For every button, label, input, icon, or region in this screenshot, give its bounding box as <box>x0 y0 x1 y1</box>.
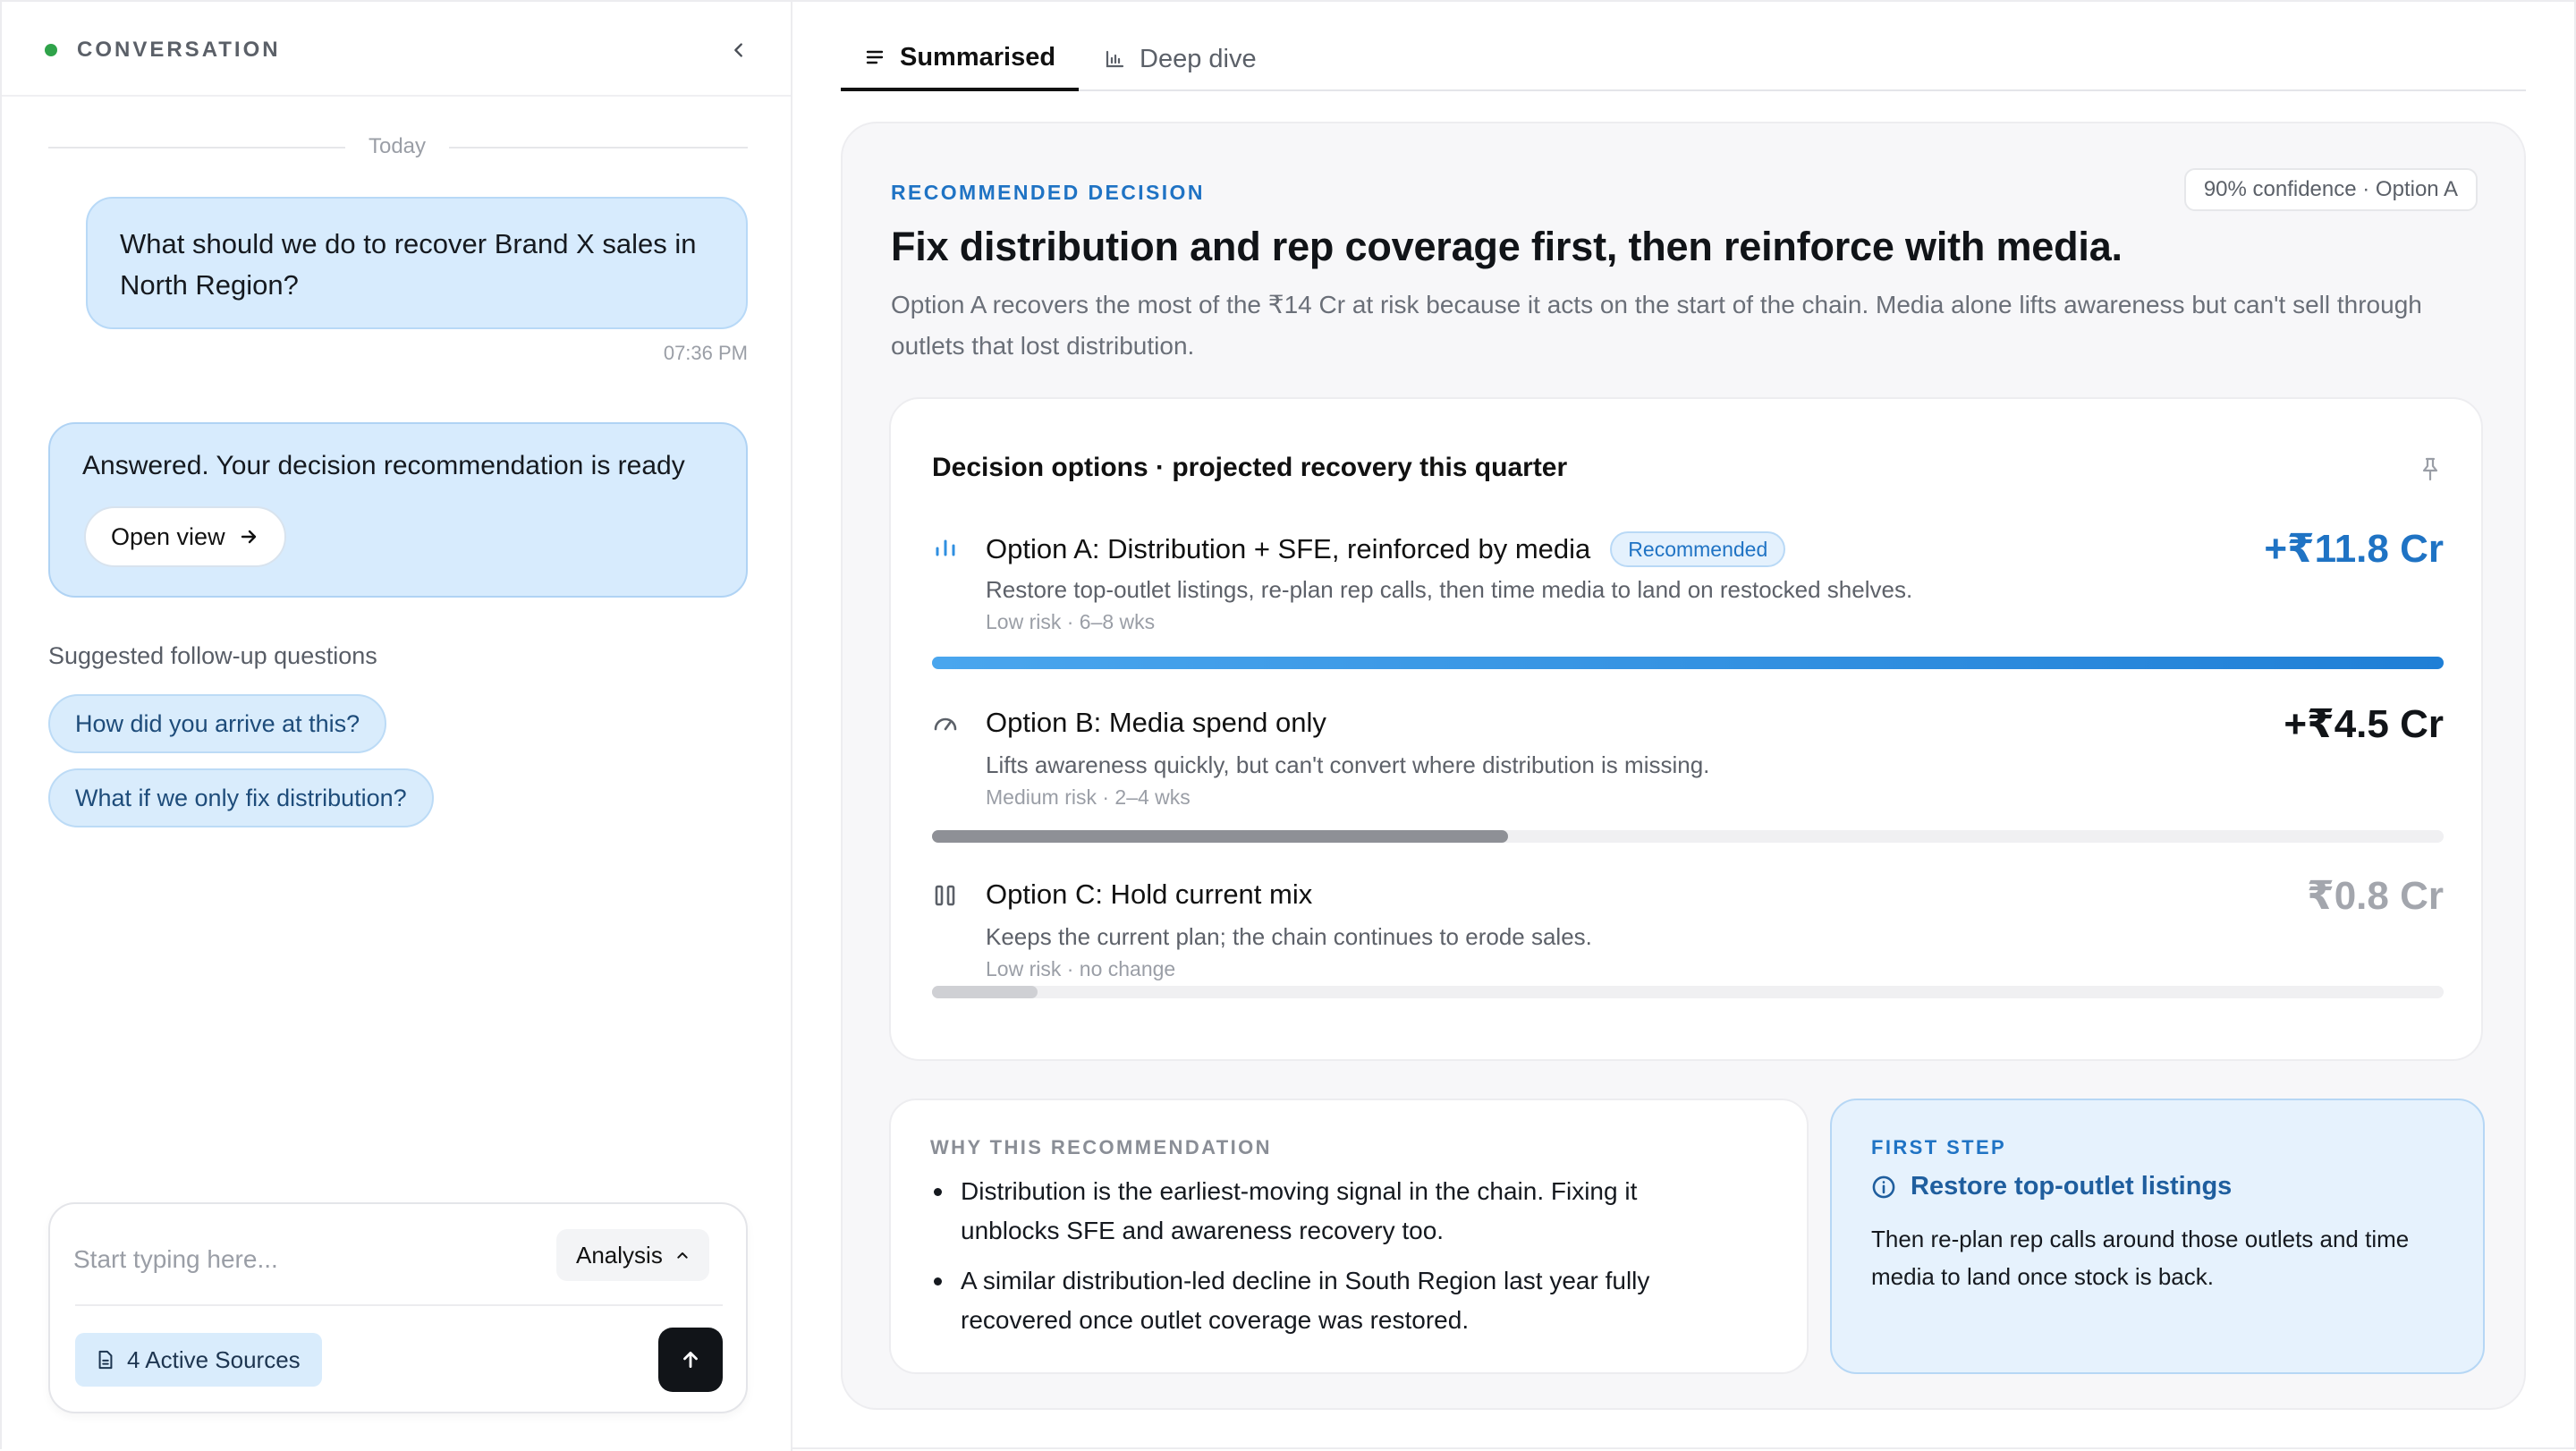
option-description: Keeps the current plan; the chain contin… <box>986 923 1592 950</box>
arrow-up-icon <box>683 1352 698 1368</box>
option-meta: Low risk · no change <box>986 957 1176 980</box>
send-button[interactable] <box>658 1328 723 1392</box>
option-title: Option A: Distribution + SFE, reinforced… <box>986 531 1786 567</box>
suggestion-chip[interactable]: What if we only fix distribution? <box>48 768 434 827</box>
bar-chart-icon <box>936 539 955 556</box>
option-title-text: Option C: Hold current mix <box>986 878 1313 910</box>
chevron-up-icon <box>677 1252 688 1259</box>
option-progress-fill <box>932 986 1038 998</box>
message-timestamp: 07:36 PM <box>663 342 748 364</box>
pause-icon <box>935 885 955 906</box>
option-progress-track <box>932 657 2444 669</box>
why-title: WHY THIS RECOMMENDATION <box>930 1136 1272 1158</box>
tab-summarised[interactable]: Summarised <box>841 27 1080 91</box>
info-icon <box>1872 1175 1895 1198</box>
decision-options-title: Decision options · projected recovery th… <box>932 453 1568 482</box>
option-a[interactable]: Option A: Distribution + SFE, reinforced… <box>932 527 2444 671</box>
recommended-decision-label: RECOMMENDED DECISION <box>891 181 1205 204</box>
view-tabs: Summarised Deep dive <box>841 27 2526 91</box>
first-step-card: FIRST STEP Restore top-outlet listings T… <box>1830 1099 2485 1374</box>
option-value: ₹0.8 Cr <box>2307 874 2444 918</box>
gauge-icon <box>934 717 957 731</box>
option-description: Restore top-outlet listings, re-plan rep… <box>986 576 1913 603</box>
first-step-link[interactable]: Restore top-outlet listings <box>1871 1172 2232 1201</box>
option-value: +₹11.8 Cr <box>2264 527 2444 571</box>
confidence-badge: 90% confidence · Option A <box>2183 168 2478 211</box>
why-point: Distribution is the earliest-moving sign… <box>930 1172 1735 1251</box>
first-step-description: Then re-plan rep calls around those outl… <box>1871 1226 2410 1290</box>
recommendation-card: RECOMMENDED DECISION 90% confidence · Op… <box>841 122 2526 1410</box>
message-input[interactable] <box>73 1235 521 1285</box>
bar-chart-icon <box>1106 50 1124 68</box>
option-title: Option B: Media spend only <box>986 707 1326 739</box>
chevron-left-icon <box>734 43 742 57</box>
arrow-right-icon <box>241 530 256 544</box>
option-progress-fill <box>932 657 2444 669</box>
decision-headline: Fix distribution and rep coverage first,… <box>891 224 2123 269</box>
document-icon <box>98 1350 113 1370</box>
recommended-badge: Recommended <box>1610 531 1786 567</box>
why-point: A similar distribution-led decline in So… <box>930 1261 1735 1340</box>
pin-icon <box>2422 457 2438 481</box>
user-message-bubble: What should we do to recover Brand X sal… <box>86 197 748 329</box>
option-description: Lifts awareness quickly, but can't conve… <box>986 751 1710 778</box>
date-divider-left <box>48 147 345 148</box>
app-window: CONVERSATION Today What should we do to … <box>0 0 2576 1451</box>
tab-deep-dive[interactable]: Deep dive <box>1104 27 1275 91</box>
decision-options-card: Decision options · projected recovery th… <box>889 397 2483 1061</box>
status-dot <box>45 44 57 56</box>
message-composer: Analysis 4 Active Sources <box>48 1202 748 1413</box>
decision-panel: Summarised Deep dive RECOMMENDED DECISIO… <box>794 2 2576 1451</box>
option-value: +₹4.5 Cr <box>2284 702 2444 746</box>
conversation-header: CONVERSATION <box>2 2 791 97</box>
active-sources-label: 4 Active Sources <box>127 1345 301 1373</box>
why-recommendation-card: WHY THIS RECOMMENDATION Distribution is … <box>889 1099 1809 1374</box>
mode-select[interactable]: Analysis <box>556 1229 709 1281</box>
answer-card: Answered. Your decision recommendation i… <box>48 422 748 598</box>
option-meta: Medium risk · 2–4 wks <box>986 785 1191 809</box>
suggested-questions-label: Suggested follow-up questions <box>48 642 377 669</box>
option-title: Option C: Hold current mix <box>986 878 1312 911</box>
pin-button[interactable] <box>2420 456 2440 486</box>
first-step-title: FIRST STEP <box>1871 1136 2007 1158</box>
option-c[interactable]: Option C: Hold current mix Keeps the cur… <box>932 874 2444 1013</box>
open-view-label: Open view <box>111 522 225 550</box>
collapse-panel-button[interactable] <box>723 34 755 66</box>
first-step-label: Restore top-outlet listings <box>1911 1172 2233 1201</box>
option-progress-fill <box>932 830 1509 843</box>
why-list: Distribution is the earliest-moving sign… <box>930 1172 1735 1351</box>
option-title-text: Option B: Media spend only <box>986 707 1326 738</box>
tab-label: Summarised <box>900 42 1056 72</box>
decision-subtext: Option A recovers the most of the ₹14 Cr… <box>891 291 2422 360</box>
tab-label: Deep dive <box>1140 44 1257 73</box>
open-view-button[interactable]: Open view <box>84 506 286 567</box>
list-icon <box>866 50 884 64</box>
date-divider-label: Today <box>368 134 427 158</box>
option-meta: Low risk · 6–8 wks <box>986 610 1156 633</box>
option-progress-track <box>932 986 2444 998</box>
active-sources-button[interactable]: 4 Active Sources <box>75 1333 322 1387</box>
option-title-text: Option A: Distribution + SFE, reinforced… <box>986 533 1591 564</box>
conversation-title: CONVERSATION <box>77 38 281 62</box>
date-divider-right <box>449 147 748 148</box>
answer-text: Answered. Your decision recommendation i… <box>82 451 685 480</box>
conversation-panel: CONVERSATION Today What should we do to … <box>2 2 792 1451</box>
suggestion-chip[interactable]: How did you arrive at this? <box>48 694 387 753</box>
mode-select-value: Analysis <box>576 1241 663 1269</box>
option-progress-track <box>932 830 2444 843</box>
option-b[interactable]: Option B: Media spend only Lifts awarene… <box>932 702 2444 843</box>
composer-divider <box>75 1304 723 1306</box>
